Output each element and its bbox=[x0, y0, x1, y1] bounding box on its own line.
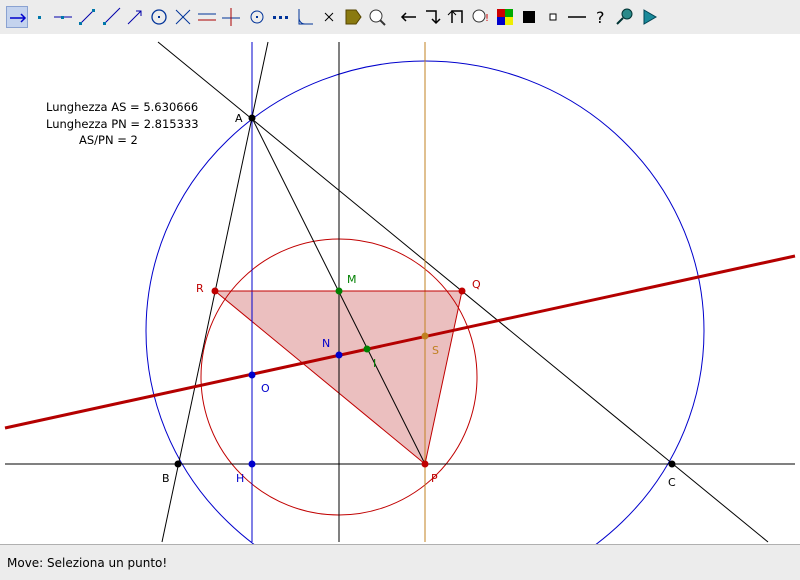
midpoint-tool-button[interactable] bbox=[246, 6, 268, 28]
parallel-tool-button[interactable] bbox=[196, 6, 218, 28]
point-m[interactable] bbox=[335, 287, 343, 295]
point-c[interactable] bbox=[668, 460, 676, 468]
label-c: C bbox=[668, 476, 676, 489]
redo-tool-button[interactable] bbox=[422, 6, 444, 28]
macro-tool-button[interactable]: ! bbox=[470, 6, 492, 28]
geometry-figure[interactable]: A B C H P O N I S M R Q Lunghezza AS = 5… bbox=[0, 34, 800, 544]
point-o[interactable] bbox=[248, 371, 256, 379]
point-q[interactable] bbox=[458, 287, 466, 295]
question-mark-icon: ? bbox=[596, 8, 605, 27]
perpendicular-tool-button[interactable] bbox=[220, 6, 242, 28]
fill-tool-button[interactable] bbox=[518, 6, 540, 28]
point-icon bbox=[38, 16, 41, 19]
status-text: Move: Seleziona un punto! bbox=[7, 556, 168, 570]
small-square-icon bbox=[549, 13, 557, 21]
circle-tool-button[interactable] bbox=[148, 6, 170, 28]
measure-icon bbox=[369, 9, 386, 26]
point-r[interactable] bbox=[211, 287, 219, 295]
label-a: A bbox=[235, 112, 243, 125]
status-bar: Move: Seleziona un punto! bbox=[0, 545, 800, 580]
ray-tool-button[interactable] bbox=[100, 6, 122, 28]
color-palette-icon bbox=[497, 9, 513, 25]
point-p[interactable] bbox=[421, 460, 429, 468]
measure-pn: Lunghezza PN = 2.815333 bbox=[46, 117, 199, 131]
help-tool-button[interactable]: ? bbox=[590, 6, 612, 28]
point-n[interactable] bbox=[335, 351, 343, 359]
point-a[interactable] bbox=[248, 114, 256, 122]
label-o: O bbox=[261, 382, 270, 395]
point-i[interactable] bbox=[363, 345, 371, 353]
angle-tool-button[interactable] bbox=[294, 6, 316, 28]
intersection-icon bbox=[175, 9, 191, 25]
black-square-icon bbox=[523, 11, 535, 23]
step-arrow-icon bbox=[426, 10, 441, 25]
vector-tool-button[interactable] bbox=[124, 6, 146, 28]
move-arrow-icon bbox=[10, 13, 27, 23]
point-s[interactable] bbox=[421, 332, 429, 340]
label-tag-icon bbox=[345, 9, 362, 25]
measure-tool-button[interactable] bbox=[366, 6, 388, 28]
undo-tool-button[interactable] bbox=[398, 6, 420, 28]
ray-icon bbox=[103, 7, 121, 25]
label-q: Q bbox=[472, 278, 481, 291]
macro-magnifier-icon: ! bbox=[472, 9, 489, 24]
label-b: B bbox=[162, 472, 170, 485]
play-icon bbox=[643, 9, 657, 25]
label-p: P bbox=[431, 472, 438, 485]
segment-icon bbox=[79, 9, 95, 25]
dash-line-icon bbox=[568, 16, 586, 18]
return-arrow-icon bbox=[447, 10, 463, 23]
line-style-tool-button[interactable] bbox=[566, 6, 588, 28]
delete-tool-button[interactable] bbox=[318, 6, 340, 28]
measure-as: Lunghezza AS = 5.630666 bbox=[46, 100, 198, 114]
point-h[interactable] bbox=[248, 460, 256, 468]
perpendicular-icon bbox=[222, 8, 240, 26]
toolbar: ! ? bbox=[0, 0, 800, 35]
palette-tool-button[interactable] bbox=[494, 6, 516, 28]
point-b[interactable] bbox=[174, 460, 182, 468]
svg-text:?: ? bbox=[596, 8, 605, 27]
angle-icon bbox=[298, 9, 313, 25]
intersection-tool-button[interactable] bbox=[172, 6, 194, 28]
point-tool-button[interactable] bbox=[28, 6, 50, 28]
label-m: M bbox=[347, 273, 357, 286]
dots-tool-button[interactable] bbox=[270, 6, 292, 28]
label-i: I bbox=[373, 357, 376, 370]
midpoint-icon bbox=[250, 10, 264, 24]
dots-icon bbox=[273, 16, 288, 19]
segment-tool-button[interactable] bbox=[76, 6, 98, 28]
circle-icon bbox=[151, 9, 167, 25]
label-s: S bbox=[432, 344, 439, 357]
move-tool-button[interactable] bbox=[6, 6, 28, 28]
magnifier-icon bbox=[616, 8, 633, 25]
vector-icon bbox=[127, 10, 142, 25]
back-tool-button[interactable] bbox=[446, 6, 468, 28]
line-tool-button[interactable] bbox=[52, 6, 74, 28]
label-h: H bbox=[236, 472, 244, 485]
left-arrow-icon bbox=[400, 12, 416, 22]
label-r: R bbox=[196, 282, 204, 295]
line-icon bbox=[54, 16, 72, 19]
drawing-canvas[interactable]: A B C H P O N I S M R Q Lunghezza AS = 5… bbox=[0, 34, 800, 545]
color-tool-button[interactable] bbox=[342, 6, 364, 28]
play-tool-button[interactable] bbox=[638, 6, 660, 28]
small-point-tool-button[interactable] bbox=[542, 6, 564, 28]
geometry-app-window: ! ? A B C H P O N I S M R Q Lunghezza AS… bbox=[0, 0, 800, 580]
svg-text:!: ! bbox=[485, 13, 489, 24]
delete-x-icon bbox=[324, 12, 334, 22]
parallel-icon bbox=[198, 13, 216, 21]
label-n: N bbox=[322, 337, 330, 350]
zoom-tool-button[interactable] bbox=[614, 6, 636, 28]
measure-ratio: AS/PN = 2 bbox=[79, 133, 138, 147]
